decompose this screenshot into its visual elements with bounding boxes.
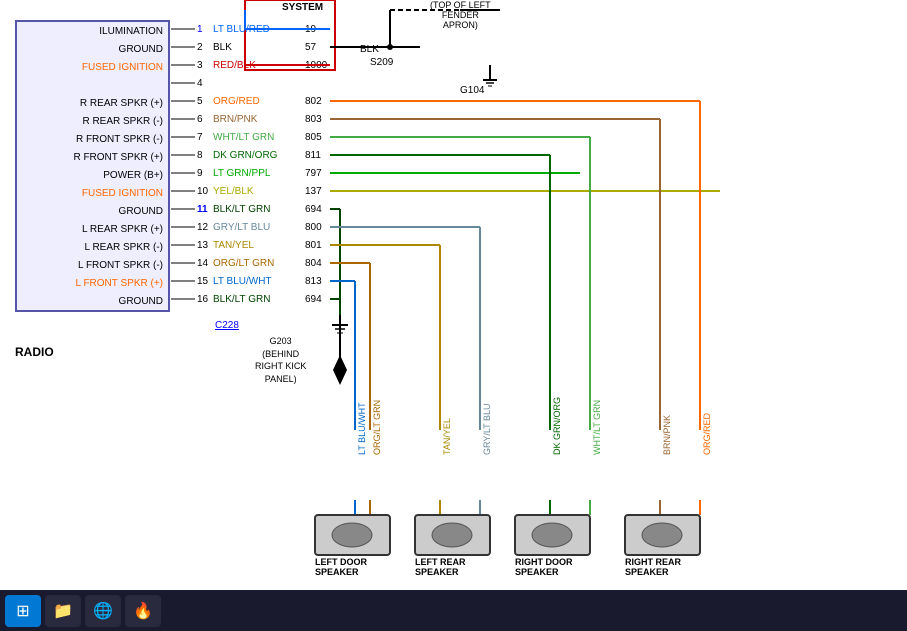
svg-text:7: 7 (197, 132, 203, 143)
svg-text:RIGHT DOOR: RIGHT DOOR (515, 557, 573, 567)
svg-text:9: 9 (197, 168, 203, 179)
svg-text:ORG/LT GRN: ORG/LT GRN (213, 258, 274, 269)
svg-text:LT BLU/RED: LT BLU/RED (213, 24, 270, 35)
svg-text:6: 6 (197, 114, 203, 125)
svg-text:15: 15 (197, 276, 209, 287)
svg-text:RIGHT REAR: RIGHT REAR (625, 557, 682, 567)
svg-text:DK GRN/ORG: DK GRN/ORG (552, 397, 562, 455)
pin-fused-ignition-2: FUSED IGNITION (17, 184, 168, 202)
g203-label: G203(BEHINDRIGHT KICKPANEL) (255, 335, 306, 385)
svg-text:SPEAKER: SPEAKER (415, 567, 459, 577)
svg-text:DK GRN/ORG: DK GRN/ORG (213, 150, 278, 161)
svg-text:800: 800 (305, 222, 322, 233)
svg-text:SPEAKER: SPEAKER (625, 567, 669, 577)
svg-text:GRY/LT BLU: GRY/LT BLU (482, 403, 492, 455)
pin-ground-2: GROUND (17, 202, 168, 220)
pin-ilumination: ILUMINATION (17, 22, 168, 40)
svg-text:ORG/RED: ORG/RED (213, 96, 260, 107)
pin-r-front-pos: R FRONT SPKR (+) (17, 148, 168, 166)
svg-text:LT BLU/WHT: LT BLU/WHT (357, 402, 367, 455)
svg-text:12: 12 (197, 222, 209, 233)
svg-text:11: 11 (197, 204, 208, 215)
svg-text:694: 694 (305, 294, 322, 305)
pin-l-front-pos: L FRONT SPKR (+) (17, 274, 168, 292)
start-button[interactable]: ⊞ (5, 595, 41, 627)
taskbar: ⊞ 📁 🌐 🔥 (0, 590, 907, 631)
svg-text:14: 14 (197, 258, 209, 269)
svg-text:YEL/BLK: YEL/BLK (213, 186, 254, 197)
svg-text:LT BLU/WHT: LT BLU/WHT (213, 276, 272, 287)
svg-text:694: 694 (305, 204, 322, 215)
svg-text:13: 13 (197, 240, 209, 251)
svg-text:1: 1 (197, 24, 203, 35)
svg-text:801: 801 (305, 240, 322, 251)
pin-r-front-neg: R FRONT SPKR (-) (17, 130, 168, 148)
svg-text:WHT/LT GRN: WHT/LT GRN (213, 132, 274, 143)
pin-r-rear-neg: R REAR SPKR (-) (17, 112, 168, 130)
svg-text:19: 19 (305, 24, 317, 35)
svg-text:BLK/LT GRN: BLK/LT GRN (213, 294, 270, 305)
svg-text:2: 2 (197, 42, 203, 53)
svg-text:4: 4 (197, 78, 203, 89)
s209-label: S209 (370, 57, 393, 68)
pin-ground-1: GROUND (17, 40, 168, 58)
svg-text:LEFT DOOR: LEFT DOOR (315, 557, 367, 567)
svg-text:WHT/LT GRN: WHT/LT GRN (592, 400, 602, 455)
wiring-diagram: ILUMINATION GROUND FUSED IGNITION R REAR… (0, 0, 907, 590)
pin-l-rear-neg: L REAR SPKR (-) (17, 238, 168, 256)
system-label: SYSTEM (282, 2, 323, 13)
svg-text:1000: 1000 (305, 60, 328, 71)
svg-text:GRY/LT BLU: GRY/LT BLU (213, 222, 270, 233)
svg-text:BRN/PNK: BRN/PNK (662, 415, 672, 455)
browser-button[interactable]: 🌐 (85, 595, 121, 627)
svg-text:ORG/LT GRN: ORG/LT GRN (372, 400, 382, 455)
pin-l-rear-pos: L REAR SPKR (+) (17, 220, 168, 238)
svg-text:SPEAKER: SPEAKER (515, 567, 559, 577)
svg-text:LT GRN/PPL: LT GRN/PPL (213, 168, 271, 179)
svg-text:TAN/YEL: TAN/YEL (442, 418, 452, 455)
svg-text:804: 804 (305, 258, 322, 269)
svg-text:802: 802 (305, 96, 322, 107)
svg-text:803: 803 (305, 114, 322, 125)
svg-text:SPEAKER: SPEAKER (315, 567, 359, 577)
svg-text:BRN/PNK: BRN/PNK (213, 114, 258, 125)
svg-text:811: 811 (305, 150, 321, 161)
svg-text:805: 805 (305, 132, 322, 143)
c228-label: C228 (215, 320, 239, 331)
fender-apron-label: (TOP OF LEFTFENDERAPRON) (430, 0, 491, 30)
svg-text:3: 3 (197, 60, 203, 71)
radio-label: RADIO (15, 345, 54, 359)
pin-r-rear-pos: R REAR SPKR (+) (17, 94, 168, 112)
svg-text:797: 797 (305, 168, 322, 179)
pin-empty-4 (17, 76, 168, 94)
svg-text:8: 8 (197, 150, 203, 161)
g104-label: G104 (460, 85, 484, 96)
app-button[interactable]: 🔥 (125, 595, 161, 627)
svg-text:RED/BLK: RED/BLK (213, 60, 256, 71)
svg-text:LEFT REAR: LEFT REAR (415, 557, 466, 567)
blk-label: BLK (360, 44, 379, 55)
pin-ground-3: GROUND (17, 292, 168, 310)
svg-text:813: 813 (305, 276, 322, 287)
svg-text:BLK/LT GRN: BLK/LT GRN (213, 204, 270, 215)
svg-text:5: 5 (197, 96, 203, 107)
pin-power: POWER (B+) (17, 166, 168, 184)
pin-fused-ignition-1: FUSED IGNITION (17, 58, 168, 76)
svg-text:16: 16 (197, 294, 209, 305)
svg-text:10: 10 (197, 186, 209, 197)
svg-text:BLK: BLK (213, 42, 232, 53)
file-explorer-button[interactable]: 📁 (45, 595, 81, 627)
svg-text:137: 137 (305, 186, 322, 197)
svg-text:57: 57 (305, 42, 317, 53)
svg-text:ORG/RED: ORG/RED (702, 412, 712, 455)
radio-connector-box: ILUMINATION GROUND FUSED IGNITION R REAR… (15, 20, 170, 312)
pin-l-front-neg: L FRONT SPKR (-) (17, 256, 168, 274)
svg-text:TAN/YEL: TAN/YEL (213, 240, 254, 251)
